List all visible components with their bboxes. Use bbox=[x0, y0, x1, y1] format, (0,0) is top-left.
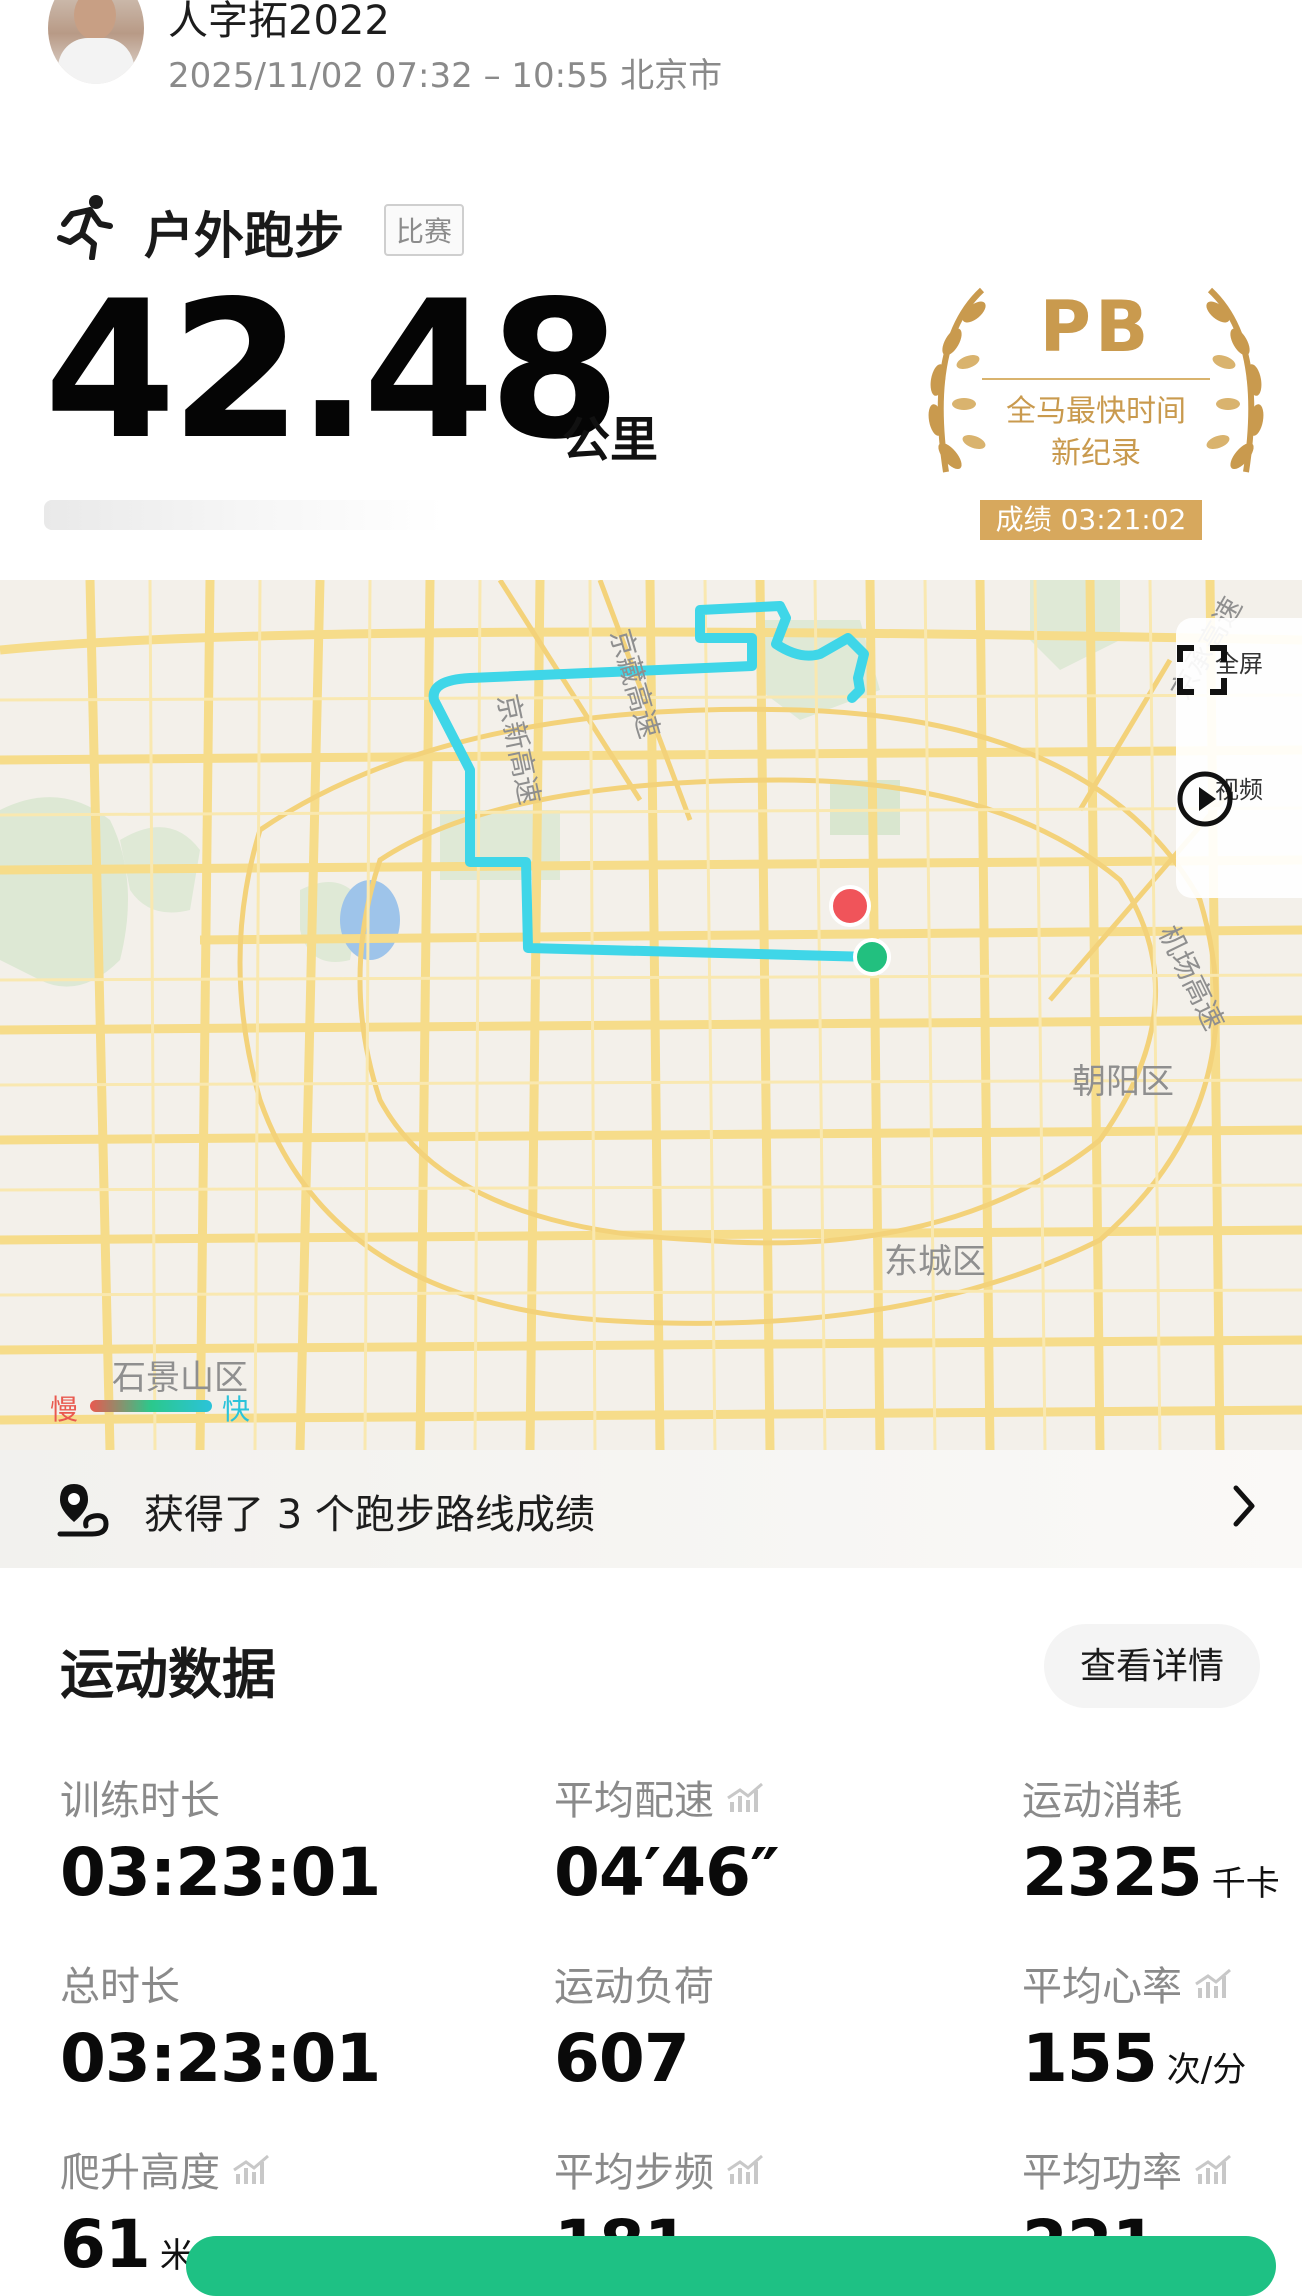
stat-value: 2325 千卡 bbox=[1022, 1834, 1280, 1911]
district-label: 东城区 bbox=[884, 1242, 986, 1282]
user-name: 人字拓2022 bbox=[168, 0, 390, 44]
stat-value: 03:23:01 bbox=[60, 2020, 381, 2097]
stat-value: 03:23:01 bbox=[60, 1834, 381, 1911]
fullscreen-icon bbox=[1177, 645, 1227, 695]
stat-item: 平均配速 04′46″ bbox=[554, 1768, 780, 1911]
stat-unit: 次/分 bbox=[1166, 2050, 1247, 2090]
distance-value: 42.48 bbox=[44, 260, 621, 481]
play-icon bbox=[1177, 771, 1233, 827]
stat-item: 运动负荷 607 bbox=[554, 1954, 714, 2097]
trend-chart-icon[interactable] bbox=[726, 2152, 766, 2186]
stat-value-text: 2325 bbox=[1022, 1834, 1203, 1911]
stat-value-text: 03:23:01 bbox=[60, 1834, 381, 1911]
bottom-action-bar[interactable] bbox=[186, 2236, 1276, 2296]
end-marker bbox=[829, 885, 871, 927]
stat-unit: 千卡 bbox=[1211, 1864, 1280, 1904]
stat-label-text: 平均心率 bbox=[1022, 1964, 1182, 2010]
stat-value: 155 次/分 bbox=[1022, 2020, 1246, 2097]
pace-legend-slow: 慢 bbox=[50, 1393, 79, 1426]
stat-label: 平均心率 bbox=[1022, 1954, 1246, 2012]
pb-badge[interactable]: PB 全马最快时间 新纪录 成绩 03:21:02 bbox=[916, 282, 1276, 544]
pb-score: 成绩 03:21:02 bbox=[980, 500, 1202, 540]
stat-label-text: 训练时长 bbox=[60, 1778, 220, 1824]
stat-label-text: 总时长 bbox=[60, 1964, 180, 2010]
pb-record-type: 全马最快时间 bbox=[1006, 394, 1186, 429]
pace-legend-fast: 快 bbox=[222, 1393, 251, 1426]
fullscreen-button[interactable]: 全屏 bbox=[1176, 644, 1302, 695]
map-controls: 全屏 视频 bbox=[1176, 618, 1302, 898]
view-details-button[interactable]: 查看详情 bbox=[1044, 1624, 1260, 1708]
route-achievement-row[interactable]: 获得了 3 个跑步路线成绩 bbox=[0, 1450, 1302, 1568]
stat-label-text: 平均功率 bbox=[1022, 2150, 1182, 2196]
section-title: 运动数据 bbox=[60, 1643, 276, 1706]
stat-label: 运动负荷 bbox=[554, 1954, 714, 2012]
stat-label-text: 运动消耗 bbox=[1022, 1778, 1182, 1824]
stat-item: 训练时长 03:23:01 bbox=[60, 1768, 381, 1911]
trend-chart-icon[interactable] bbox=[726, 1780, 766, 1814]
pb-title: PB bbox=[1039, 286, 1153, 368]
trend-chart-icon[interactable] bbox=[232, 2152, 272, 2186]
stat-value-text: 607 bbox=[554, 2020, 690, 2097]
stat-label-text: 爬升高度 bbox=[60, 2150, 220, 2196]
avatar[interactable] bbox=[48, 0, 144, 84]
race-tag: 比赛 bbox=[384, 204, 465, 256]
stat-value-text: 61 bbox=[60, 2206, 151, 2283]
stat-value: 04′46″ bbox=[554, 1834, 780, 1911]
trend-chart-icon[interactable] bbox=[1194, 1966, 1234, 2000]
sport-type: 户外跑步 bbox=[144, 207, 344, 265]
pace-legend-bar bbox=[90, 1400, 212, 1412]
distance-unit: 公里 bbox=[562, 412, 659, 468]
stat-label-text: 平均配速 bbox=[554, 1778, 714, 1824]
stat-value-text: 155 bbox=[1022, 2020, 1158, 2097]
stat-item: 平均心率 155 次/分 bbox=[1022, 1954, 1246, 2097]
stat-label-text: 运动负荷 bbox=[554, 1964, 714, 2010]
route-pin-icon bbox=[57, 1484, 109, 1537]
stat-label: 爬升高度 bbox=[60, 2140, 272, 2198]
route-map[interactable]: 朝阳区 东城区 石景山区 京新高速 京藏高速 机场高速 京承高速 全屏 视频 慢… bbox=[0, 580, 1302, 1450]
stat-item: 运动消耗 2325 千卡 bbox=[1022, 1768, 1280, 1911]
pb-divider bbox=[982, 378, 1210, 380]
running-icon bbox=[57, 195, 113, 260]
stat-item: 总时长 03:23:01 bbox=[60, 1954, 381, 2097]
trend-chart-icon[interactable] bbox=[1194, 2152, 1234, 2186]
stat-label: 训练时长 bbox=[60, 1768, 380, 1826]
activity-time-location: 2025/11/02 07:32 – 10:55 北京市 bbox=[168, 56, 723, 96]
stat-label-text: 平均步频 bbox=[554, 2150, 714, 2196]
stat-value-text: 04′46″ bbox=[554, 1834, 780, 1911]
stat-value-text: 03:23:01 bbox=[60, 2020, 381, 2097]
video-button[interactable]: 视频 bbox=[1176, 770, 1302, 827]
district-label: 朝阳区 bbox=[1072, 1062, 1174, 1102]
stat-label: 运动消耗 bbox=[1022, 1768, 1280, 1826]
stat-label: 总时长 bbox=[60, 1954, 380, 2012]
stat-label: 平均配速 bbox=[554, 1768, 779, 1826]
pb-record-label: 新纪录 bbox=[1051, 436, 1141, 471]
route-achievement-text: 获得了 3 个跑步路线成绩 bbox=[144, 1492, 595, 1538]
stat-label: 平均功率 bbox=[1022, 2140, 1234, 2198]
stat-value: 607 bbox=[554, 2020, 714, 2097]
blurred-text bbox=[44, 500, 444, 530]
stat-label: 平均步频 bbox=[554, 2140, 766, 2198]
chevron-right-icon bbox=[1233, 1485, 1255, 1527]
start-marker bbox=[853, 938, 891, 976]
